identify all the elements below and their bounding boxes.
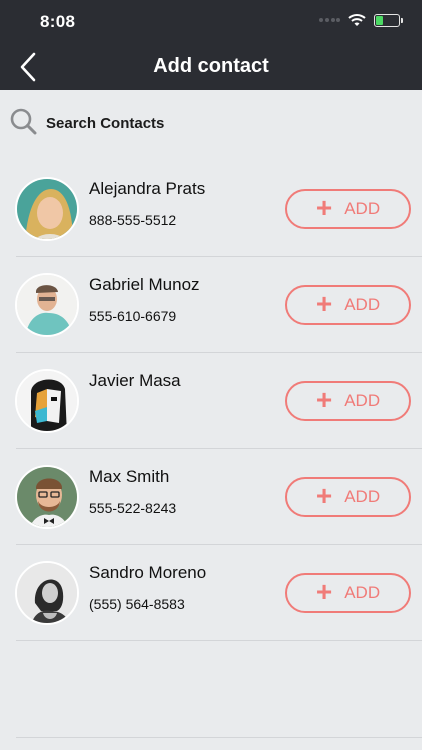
contact-name: Sandro Moreno: [89, 563, 207, 582]
plus-icon: +: [315, 192, 333, 223]
contact-row: Sandro Moreno (555) 564-8583 + ADD: [0, 545, 422, 641]
contact-phone: (555) 564-8583: [89, 596, 185, 612]
contact-phone: 555-610-6679: [89, 308, 177, 324]
contact-name: Gabriel Munoz: [89, 275, 200, 294]
add-contact-button[interactable]: + ADD: [285, 573, 411, 613]
avatar: [15, 369, 79, 433]
plus-icon: +: [315, 480, 333, 511]
avatar: [15, 561, 79, 625]
avatar: [15, 177, 79, 241]
avatar: [15, 273, 79, 337]
plus-icon: +: [315, 288, 333, 319]
status-time: 8:08: [40, 12, 76, 31]
status-icons: [318, 13, 403, 27]
add-label: ADD: [344, 391, 381, 410]
divider: [16, 737, 422, 738]
add-label: ADD: [344, 487, 381, 506]
navigation-header: 8:08 Add contact: [0, 0, 422, 90]
add-contact-button[interactable]: + ADD: [285, 477, 411, 517]
plus-icon: +: [315, 576, 333, 607]
contact-phone: 555-522-8243: [89, 500, 177, 516]
contact-name: Max Smith: [89, 467, 170, 486]
search-label[interactable]: Search Contacts: [46, 115, 164, 132]
contact-name: Javier Masa: [89, 371, 181, 390]
wifi-icon: [348, 14, 366, 26]
contact-row: Javier Masa + ADD: [0, 353, 422, 449]
contact-row: Max Smith 555-522-8243 + ADD: [0, 449, 422, 545]
add-label: ADD: [344, 583, 381, 602]
page-title: Add contact: [153, 55, 269, 77]
add-contact-button[interactable]: + ADD: [285, 285, 411, 325]
contact-name: Alejandra Prats: [89, 179, 206, 198]
contact-phone: 888-555-5512: [89, 212, 177, 228]
add-contact-button[interactable]: + ADD: [285, 189, 411, 229]
add-label: ADD: [344, 199, 381, 218]
contact-row: Alejandra Prats 888-555-5512 + ADD: [0, 161, 422, 257]
add-label: ADD: [344, 295, 381, 314]
battery-icon: [374, 13, 403, 27]
contact-row: Gabriel Munoz 555-610-6679 + ADD: [0, 257, 422, 353]
signal-icon: [319, 18, 340, 22]
search-icon[interactable]: [10, 108, 38, 136]
avatar: [15, 465, 79, 529]
contact-list: Alejandra Prats 888-555-5512 + ADD Gabri…: [0, 161, 422, 641]
add-contact-button[interactable]: + ADD: [285, 381, 411, 421]
plus-icon: +: [315, 384, 333, 415]
